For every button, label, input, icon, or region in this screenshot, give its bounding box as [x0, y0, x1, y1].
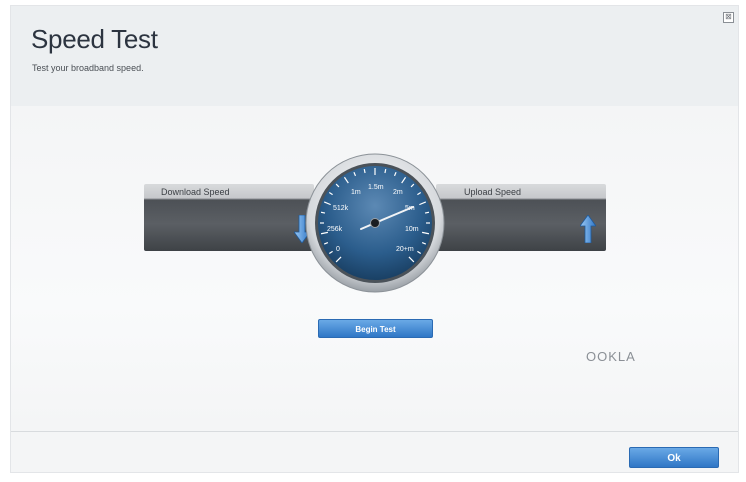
download-speed-label: Download Speed — [161, 187, 230, 197]
gauge-tick-mark — [424, 211, 430, 214]
download-speed-panel: Download Speed — [144, 184, 314, 251]
gauge-tick-20m: 20+m — [396, 246, 414, 253]
dialog-header: Speed Test Test your broadband speed. ⊠ — [11, 6, 738, 106]
gauge-tick-10m: 10m — [405, 226, 419, 233]
speed-gauge: 0 256k 512k 1m 1.5m 2m 5m 10m 20+m — [305, 153, 445, 293]
upload-speed-panel: Upload Speed — [436, 184, 606, 251]
gauge-tick-2m: 2m — [393, 189, 403, 196]
gauge-tick-1.5m: 1.5m — [368, 184, 384, 191]
ok-button[interactable]: Ok — [629, 447, 719, 468]
gauge-hub — [370, 218, 380, 228]
close-icon[interactable]: ⊠ — [723, 12, 734, 23]
page-title: Speed Test — [31, 24, 158, 54]
gauge-tick-1m: 1m — [351, 189, 361, 196]
gauge-tick-0: 0 — [336, 246, 340, 253]
begin-test-button[interactable]: Begin Test — [318, 319, 433, 338]
gauge-tick-mark — [384, 168, 387, 174]
upload-speed-label: Upload Speed — [464, 187, 522, 197]
speed-test-dialog: Speed Test Test your broadband speed. ⊠ … — [10, 5, 739, 473]
up-arrow-icon — [580, 215, 596, 243]
gauge-tick-256k: 256k — [327, 226, 343, 233]
gauge-tick-mark — [363, 168, 366, 174]
gauge-tick-512k: 512k — [333, 205, 349, 212]
footer-divider — [11, 431, 738, 432]
page-subtitle: Test your broadband speed. — [32, 63, 144, 73]
gauge-tick-mark — [320, 211, 326, 214]
ookla-logo: OOKLA — [586, 349, 636, 364]
